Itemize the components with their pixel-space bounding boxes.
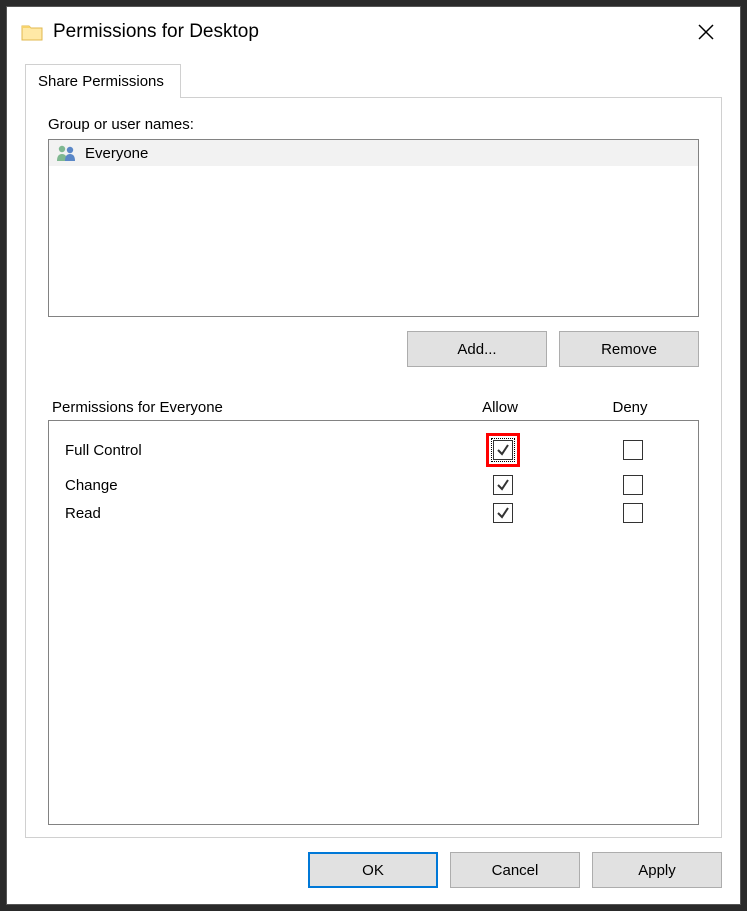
tab-strip: Share Permissions: [25, 64, 722, 98]
folder-icon: [21, 23, 43, 41]
deny-cell: [568, 475, 698, 495]
tab-panel: Group or user names: Everyone Add: [25, 97, 722, 838]
permissions-header: Permissions for Everyone Allow Deny: [48, 399, 699, 420]
permission-name: Full Control: [49, 442, 438, 459]
allow-cell: [438, 475, 568, 495]
close-button[interactable]: [686, 17, 726, 47]
permission-name: Read: [49, 505, 438, 522]
close-icon: [698, 24, 714, 40]
remove-button[interactable]: Remove: [559, 331, 699, 367]
titlebar: Permissions for Desktop: [7, 7, 740, 57]
group-button-row: Add... Remove: [48, 331, 699, 367]
allow-cell: [438, 503, 568, 523]
deny-checkbox[interactable]: [623, 503, 643, 523]
dialog-content: Share Permissions Group or user names: E…: [7, 57, 740, 838]
allow-checkbox[interactable]: [493, 440, 513, 460]
permission-row: Change: [49, 471, 698, 499]
deny-column-header: Deny: [565, 399, 695, 416]
allow-checkbox[interactable]: [493, 475, 513, 495]
cancel-button[interactable]: Cancel: [450, 852, 580, 888]
permissions-grid: Full Control Change Read: [48, 420, 699, 825]
list-item-label: Everyone: [85, 145, 148, 162]
permission-name: Change: [49, 477, 438, 494]
deny-checkbox[interactable]: [623, 475, 643, 495]
window-title: Permissions for Desktop: [53, 21, 676, 43]
allow-checkbox[interactable]: [493, 503, 513, 523]
ok-button[interactable]: OK: [308, 852, 438, 888]
permissions-dialog: Permissions for Desktop Share Permission…: [6, 6, 741, 905]
highlight-annotation: [486, 433, 520, 467]
permissions-for-label: Permissions for Everyone: [52, 399, 435, 416]
tab-share-permissions[interactable]: Share Permissions: [25, 64, 181, 98]
allow-cell: [438, 433, 568, 467]
deny-checkbox[interactable]: [623, 440, 643, 460]
allow-column-header: Allow: [435, 399, 565, 416]
group-listbox[interactable]: Everyone: [48, 139, 699, 317]
group-icon: [55, 144, 79, 162]
group-names-label: Group or user names:: [48, 116, 699, 133]
apply-button[interactable]: Apply: [592, 852, 722, 888]
permission-row: Read: [49, 499, 698, 527]
deny-cell: [568, 503, 698, 523]
list-item[interactable]: Everyone: [49, 140, 698, 166]
add-button[interactable]: Add...: [407, 331, 547, 367]
permission-row: Full Control: [49, 429, 698, 471]
dialog-button-row: OK Cancel Apply: [7, 838, 740, 904]
deny-cell: [568, 440, 698, 460]
